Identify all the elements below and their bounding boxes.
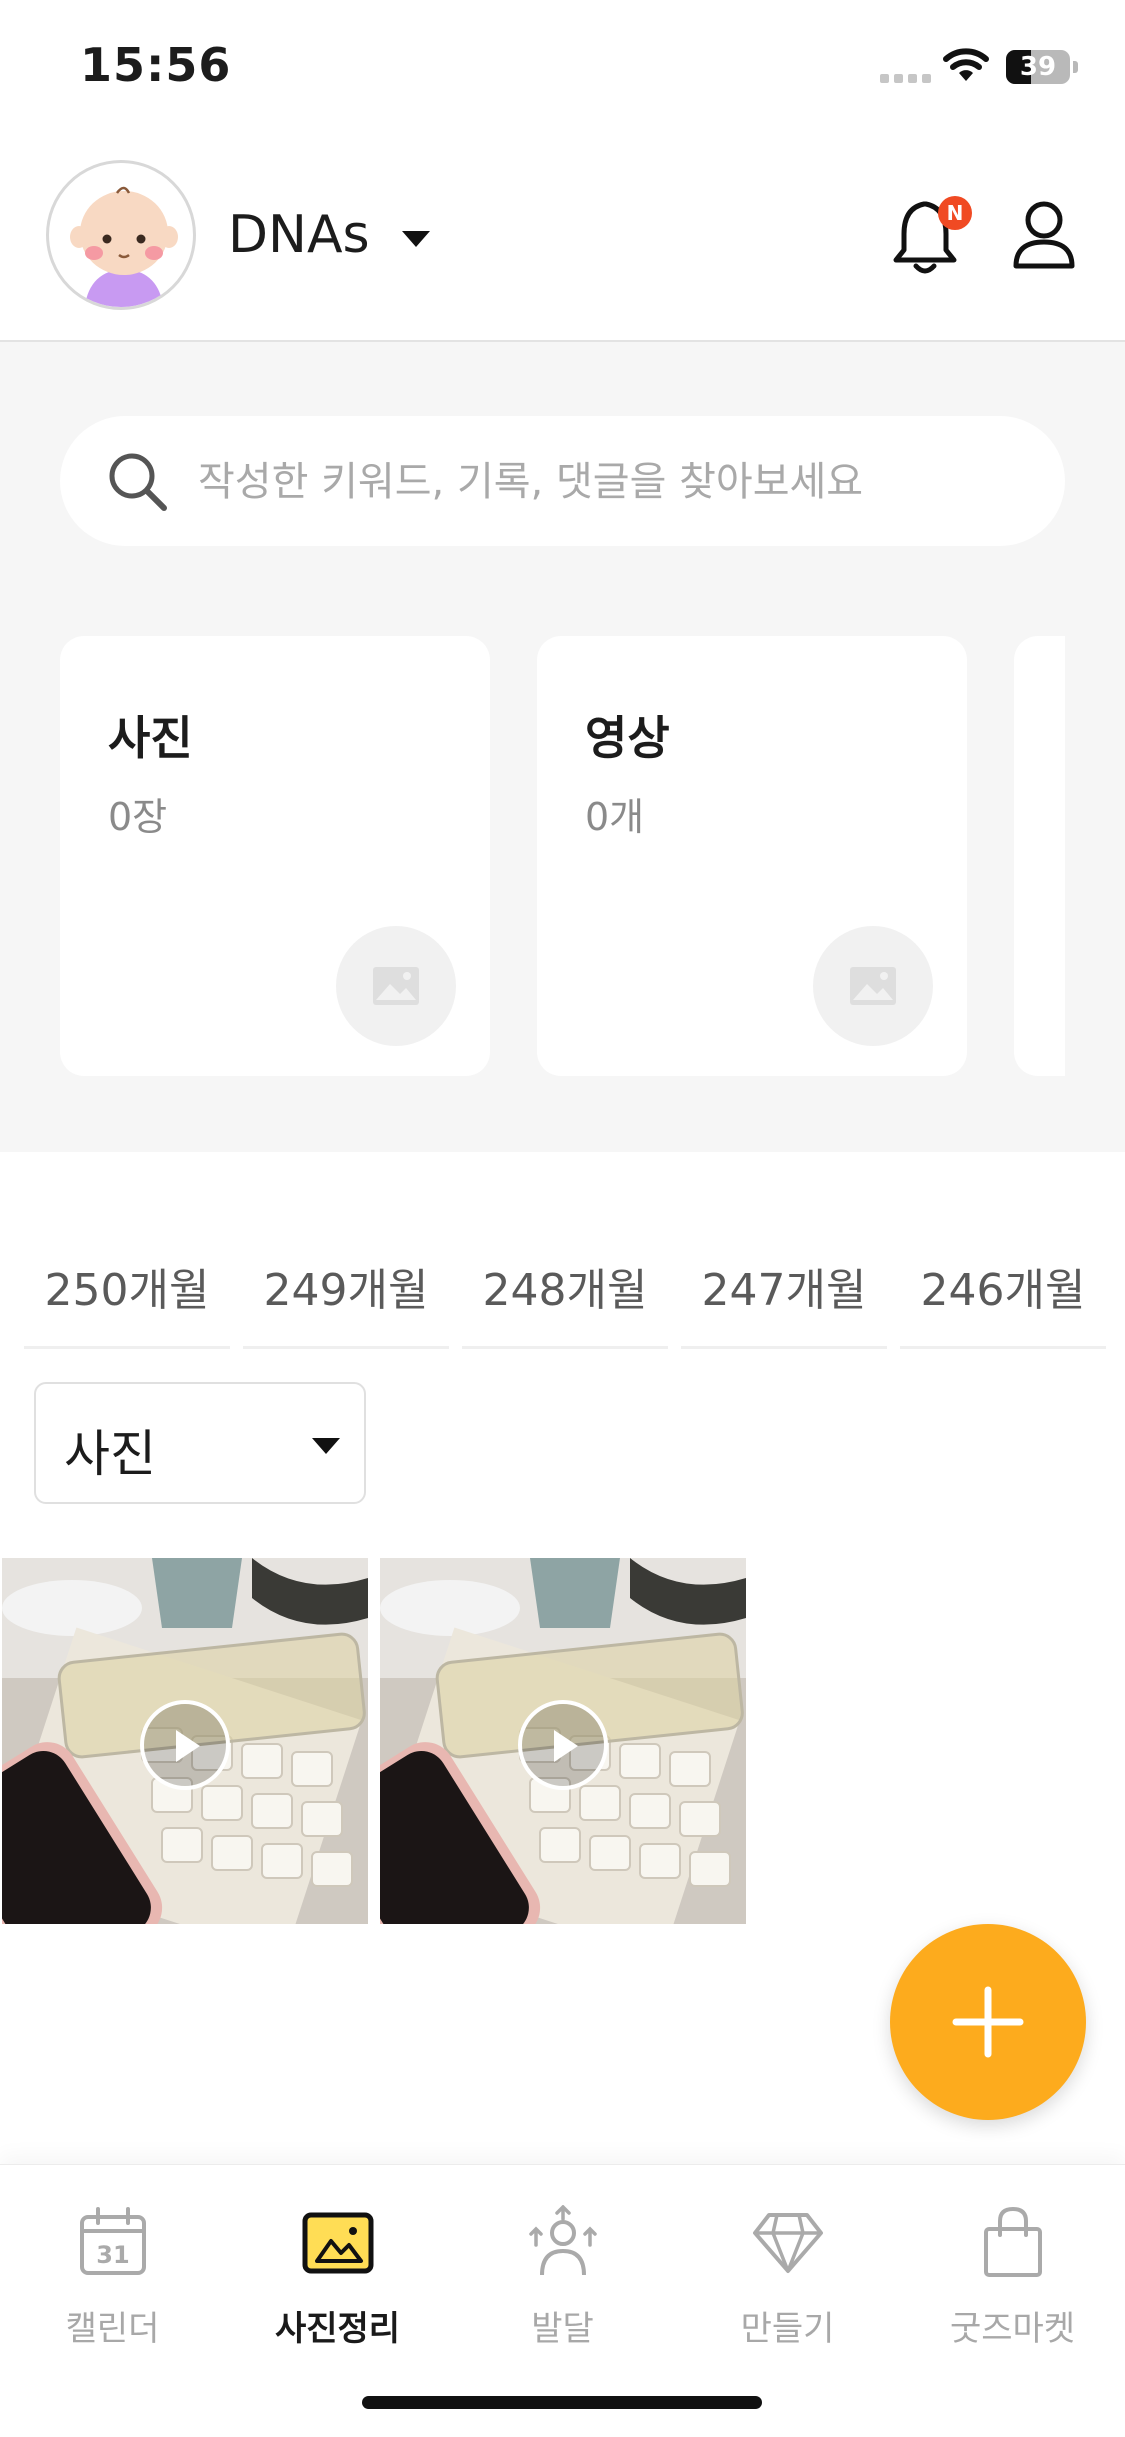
play-icon xyxy=(176,1730,200,1762)
play-icon xyxy=(554,1730,578,1762)
diamond-icon xyxy=(753,2213,823,2273)
battery-level: 39 xyxy=(1019,52,1057,82)
tab-month[interactable]: 246개월 xyxy=(900,1256,1106,1349)
plus-icon xyxy=(952,1986,1024,2058)
growth-icon xyxy=(529,2205,597,2276)
media-type-selected: 사진 xyxy=(64,1425,156,1483)
summary-section: 사진 0장 영상 0개 xyxy=(0,342,1125,1152)
video-thumbnail[interactable] xyxy=(2,1558,368,1924)
tab-label: 캘린더 xyxy=(65,2309,160,2349)
add-button[interactable] xyxy=(890,1924,1086,2120)
status-bar: 15:56 39 xyxy=(0,0,1125,140)
play-button[interactable] xyxy=(518,1700,608,1790)
tab-month[interactable]: 249개월 xyxy=(243,1256,449,1349)
search-input[interactable] xyxy=(196,446,1040,518)
tab-label: 굿즈마켓 xyxy=(949,2309,1076,2349)
avatar[interactable] xyxy=(46,160,196,310)
photo-icon xyxy=(302,2212,374,2274)
profile-name[interactable]: DNAs xyxy=(228,205,370,265)
card-count: 0장 xyxy=(108,795,168,839)
tab-goods-market[interactable]: 굿즈마켓 xyxy=(900,2205,1125,2365)
video-thumbnail[interactable] xyxy=(380,1558,746,1924)
calendar-day: 31 xyxy=(96,2241,129,2269)
play-button[interactable] xyxy=(140,1700,230,1790)
battery-icon: 39 xyxy=(1006,50,1070,84)
photo-count-card[interactable]: 사진 0장 xyxy=(60,636,490,1076)
tab-month[interactable]: 250개월 xyxy=(24,1256,230,1349)
tab-development[interactable]: 발달 xyxy=(450,2205,675,2365)
baby-avatar-icon xyxy=(70,186,178,307)
card-title: 사진 xyxy=(108,711,193,765)
shopping-bag-icon xyxy=(984,2206,1042,2277)
card-thumbnail xyxy=(336,926,456,1046)
home-indicator[interactable] xyxy=(362,2396,762,2409)
month-tabs: 250개월 249개월 248개월 247개월 246개월 xyxy=(0,1256,1125,1349)
app-header: DNAs N xyxy=(0,140,1125,342)
media-summary-cards: 사진 0장 영상 0개 xyxy=(0,636,1065,1076)
search-bar[interactable] xyxy=(60,416,1065,546)
tab-label: 만들기 xyxy=(740,2309,835,2349)
card-count: 0개 xyxy=(585,795,645,839)
next-summary-card[interactable] xyxy=(1014,636,1065,1076)
tab-photo-organize[interactable]: 사진정리 xyxy=(225,2205,450,2365)
search-icon xyxy=(109,453,167,511)
tab-create[interactable]: 만들기 xyxy=(675,2205,900,2365)
tab-calendar[interactable]: 31 캘린더 xyxy=(0,2205,225,2365)
video-count-card[interactable]: 영상 0개 xyxy=(537,636,967,1076)
card-thumbnail xyxy=(813,926,933,1046)
cellular-signal-icon xyxy=(880,74,931,83)
tab-month[interactable]: 247개월 xyxy=(681,1256,887,1349)
notification-button[interactable]: N xyxy=(892,196,972,276)
calendar-icon: 31 xyxy=(80,2207,146,2275)
notification-badge: N xyxy=(938,196,972,230)
wifi-icon xyxy=(943,48,989,81)
image-placeholder-icon xyxy=(373,967,419,1005)
user-profile-icon[interactable] xyxy=(1012,198,1076,270)
image-placeholder-icon xyxy=(850,967,896,1005)
media-type-select[interactable]: 사진 xyxy=(34,1382,366,1504)
status-time: 15:56 xyxy=(80,38,232,92)
card-title: 영상 xyxy=(585,711,670,765)
tab-label: 발달 xyxy=(531,2309,594,2349)
tab-label: 사진정리 xyxy=(274,2309,401,2349)
profile-dropdown-icon[interactable] xyxy=(402,231,430,247)
tab-month[interactable]: 248개월 xyxy=(462,1256,668,1349)
chevron-down-icon xyxy=(312,1438,340,1454)
